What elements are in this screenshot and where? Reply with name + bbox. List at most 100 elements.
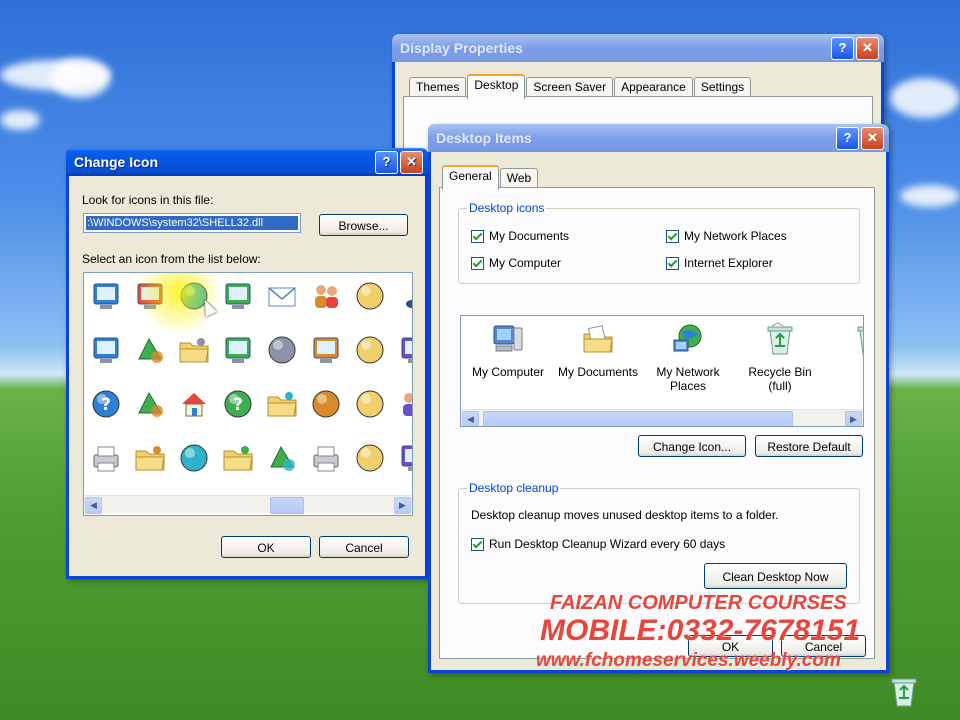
cancel-button[interactable]: Cancel — [319, 536, 409, 558]
computer-network-icon[interactable] — [89, 333, 123, 367]
accessibility-icon[interactable] — [265, 441, 299, 475]
watermark-line3: www.fchomeservices.weebly.com — [536, 650, 841, 671]
user-icon[interactable] — [397, 387, 413, 421]
checkbox-label: My Network Places — [684, 229, 787, 243]
desktop-item-label: Recycle Bin (full) — [748, 365, 812, 393]
watermark-line1: FAIZAN COMPUTER COURSES — [550, 592, 847, 614]
cleanup-description: Desktop cleanup moves unused desktop ite… — [471, 508, 779, 522]
checkbox-checked-icon — [666, 229, 679, 243]
desktop-items-titlebar[interactable]: Desktop Items ? ✕ — [428, 124, 889, 152]
desktop-cleanup-label: Desktop cleanup — [467, 481, 561, 495]
display-properties-titlebar[interactable]: Display Properties ? ✕ — [392, 34, 884, 62]
envelope-icon[interactable] — [265, 279, 299, 313]
help-button[interactable]: ? — [831, 37, 854, 60]
control-panel-icon[interactable] — [309, 333, 343, 367]
clock-icon[interactable] — [265, 333, 299, 367]
tab-general[interactable]: General — [442, 165, 499, 190]
printer-icon[interactable] — [309, 441, 343, 475]
window-icon[interactable] — [397, 333, 413, 367]
recycle-icon[interactable] — [133, 333, 167, 367]
window-icon[interactable] — [397, 441, 413, 475]
printer-network-icon[interactable] — [89, 441, 123, 475]
folder-open-icon[interactable] — [265, 387, 299, 421]
wallpaper-cloud — [50, 58, 110, 98]
help-icon[interactable]: ? — [221, 387, 255, 421]
change-icon-window: Change Icon ? ✕ Look for icons in this f… — [66, 148, 428, 579]
internet-explorer-checkbox[interactable]: Internet Explorer — [666, 256, 773, 270]
desktop-items-title: Desktop Items — [436, 130, 532, 146]
my-network-places-icon — [673, 324, 702, 352]
tab-desktop[interactable]: Desktop — [467, 74, 526, 99]
run-cleanup-wizard-checkbox[interactable]: Run Desktop Cleanup Wizard every 60 days — [471, 537, 725, 551]
network-globe-icon[interactable] — [353, 279, 387, 313]
cd-icon[interactable] — [177, 441, 211, 475]
desktop-item-my-network-places[interactable]: My Network Places — [643, 322, 733, 393]
pie-chart-icon[interactable] — [353, 387, 387, 421]
close-button[interactable]: ✕ — [856, 37, 879, 60]
network-connection-icon[interactable] — [221, 333, 255, 367]
scroll-thumb[interactable] — [483, 411, 793, 426]
folder-star-icon[interactable] — [177, 333, 211, 367]
restore-default-button[interactable]: Restore Default — [755, 435, 863, 457]
scroll-right-icon[interactable]: ▶ — [845, 411, 862, 426]
desktop-item-scrollbar[interactable]: ◀ ▶ — [461, 409, 863, 426]
checkbox-label: Run Desktop Cleanup Wizard every 60 days — [489, 537, 726, 551]
help-round-icon[interactable]: ? — [89, 387, 123, 421]
desktop-item-list[interactable]: My Computer My Documents My Network Plac… — [460, 315, 864, 427]
music-note-icon[interactable] — [397, 279, 413, 313]
cd-recycle-icon[interactable] — [309, 387, 343, 421]
close-button[interactable]: ✕ — [861, 127, 884, 150]
presentation-board-icon[interactable] — [89, 279, 123, 313]
scroll-left-icon[interactable]: ◀ — [85, 497, 102, 514]
ok-button[interactable]: OK — [221, 536, 311, 558]
users-icon[interactable] — [309, 279, 343, 313]
desktop-item-label: My Documents — [557, 365, 639, 379]
clean-desktop-now-button[interactable]: Clean Desktop Now — [704, 563, 847, 589]
tab-web[interactable]: Web — [499, 168, 539, 189]
tab-appearance[interactable]: Appearance — [614, 77, 693, 98]
desktop-item-my-computer[interactable]: My Computer — [463, 322, 553, 379]
checkbox-checked-icon — [471, 256, 484, 270]
my-computer-icon — [493, 325, 523, 352]
desktop-recycle-bin-icon[interactable] — [886, 674, 922, 710]
scroll-thumb[interactable] — [270, 497, 304, 514]
browse-button[interactable]: Browse... — [319, 214, 408, 236]
green-arrow-icon[interactable] — [133, 387, 167, 421]
folder-star-icon[interactable] — [221, 441, 255, 475]
desktop-item-recycle-bin-full[interactable]: Recycle Bin (full) — [735, 322, 825, 393]
tab-settings[interactable]: Settings — [693, 77, 752, 98]
icon-grid: ?? — [84, 273, 412, 495]
tab-screen-saver[interactable]: Screen Saver — [526, 77, 614, 98]
change-icon-titlebar[interactable]: Change Icon ? ✕ — [66, 148, 428, 176]
change-icon-button[interactable]: Change Icon... — [638, 435, 746, 457]
my-documents-checkbox[interactable]: My Documents — [471, 229, 569, 243]
checkbox-checked-icon — [471, 537, 484, 551]
gear-icon[interactable] — [353, 333, 387, 367]
desktop-item-recycle-bin-empty[interactable]: Re — [825, 322, 863, 379]
disk-drive-icon[interactable] — [221, 279, 255, 313]
scroll-right-icon[interactable]: ▶ — [394, 497, 411, 514]
computer-globe-icon[interactable] — [353, 441, 387, 475]
help-button[interactable]: ? — [375, 151, 398, 174]
icon-list-scrollbar[interactable]: ◀ ▶ — [84, 495, 412, 514]
checkbox-label: My Computer — [489, 256, 562, 270]
tab-themes[interactable]: Themes — [409, 77, 467, 98]
wallpaper-cloud — [890, 78, 960, 118]
desktop-item-label: My Computer — [471, 365, 545, 379]
select-icon-label: Select an icon from the list below: — [82, 252, 261, 266]
wallpaper-cloud — [900, 185, 960, 207]
close-button[interactable]: ✕ — [400, 151, 423, 174]
my-network-places-checkbox[interactable]: My Network Places — [666, 229, 787, 243]
desktop-item-label: My Network Places — [656, 365, 720, 393]
checkbox-checked-icon — [666, 256, 679, 270]
my-computer-checkbox[interactable]: My Computer — [471, 256, 561, 270]
desktop-items-window: Desktop Items ? ✕ General Web Desktop ic… — [428, 124, 889, 673]
folder-arrow-icon[interactable] — [133, 441, 167, 475]
my-documents-icon — [583, 325, 613, 353]
icon-list[interactable]: ?? ◀ ▶ — [83, 272, 413, 516]
desktop-icons-label: Desktop icons — [467, 201, 547, 215]
home-icon[interactable] — [177, 387, 211, 421]
desktop-item-my-documents[interactable]: My Documents — [553, 322, 643, 379]
scroll-left-icon[interactable]: ◀ — [462, 411, 479, 426]
help-button[interactable]: ? — [836, 127, 859, 150]
